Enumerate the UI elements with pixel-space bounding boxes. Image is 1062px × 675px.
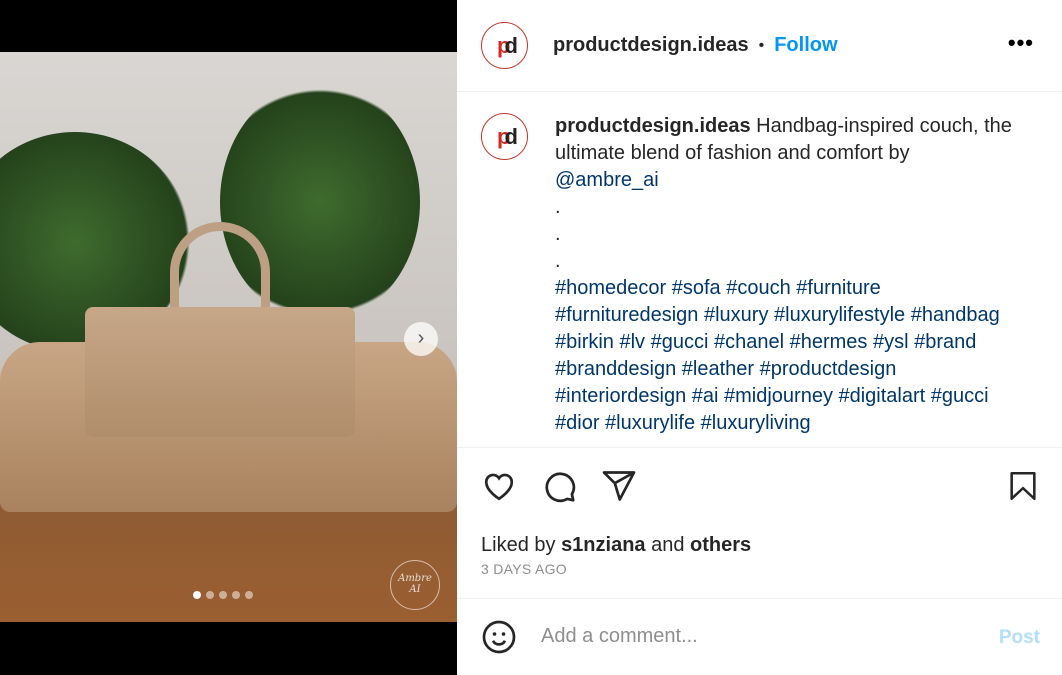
emoji-icon[interactable]: [481, 619, 517, 655]
post-comment-button[interactable]: Post: [999, 627, 1040, 649]
post-panel: pd productdesign.ideas • Follow ••• pd p…: [457, 0, 1062, 675]
more-options-icon[interactable]: •••: [1008, 30, 1034, 56]
caption-dot: .: [555, 196, 561, 218]
post-media: › Ambre AI: [0, 0, 457, 675]
avatar[interactable]: pd: [481, 22, 528, 69]
carousel-dot: [245, 591, 253, 599]
mention-link[interactable]: @ambre_ai: [555, 169, 659, 191]
liked-by-user-link[interactable]: s1nziana: [561, 534, 645, 556]
liked-by-prefix: Liked by: [481, 534, 556, 556]
follow-button[interactable]: Follow: [774, 34, 837, 57]
carousel-dots: [193, 591, 253, 599]
caption-username[interactable]: productdesign.ideas: [555, 115, 751, 137]
avatar-letter: d: [504, 32, 519, 58]
caption-dot: .: [555, 223, 561, 245]
post-header: pd productdesign.ideas • Follow •••: [457, 0, 1062, 92]
carousel-dot: [206, 591, 214, 599]
comment-bar: Post: [457, 598, 1062, 675]
comment-icon[interactable]: [541, 468, 577, 504]
liked-by-and: and: [651, 534, 685, 556]
post-image: [0, 52, 457, 622]
carousel-dot: [232, 591, 240, 599]
hashtags[interactable]: #homedecor #sofa #couch #furniture #furn…: [555, 277, 1000, 434]
caption-avatar[interactable]: pd: [481, 113, 528, 160]
caption-dot: .: [555, 250, 561, 272]
caption: pd productdesign.ideas Handbag-inspired …: [481, 113, 1042, 443]
like-heart-icon[interactable]: [481, 468, 517, 504]
share-send-icon[interactable]: [601, 468, 637, 504]
post-timestamp[interactable]: 3 DAYS AGO: [481, 561, 567, 577]
watermark: Ambre AI: [390, 560, 440, 610]
carousel-next-button[interactable]: ›: [404, 322, 438, 356]
comment-input[interactable]: [541, 625, 961, 648]
actions-section: Liked by s1nziana and others 3 DAYS AGO: [457, 447, 1062, 597]
bag: [85, 307, 355, 437]
avatar-letter: p: [497, 123, 511, 149]
save-bookmark-icon[interactable]: [1006, 468, 1040, 504]
separator: •: [758, 36, 765, 54]
avatar-letter: d: [504, 123, 519, 149]
caption-text: productdesign.ideas Handbag-inspired cou…: [555, 113, 1025, 443]
avatar-letter: p: [497, 32, 511, 58]
liked-by-others-link[interactable]: others: [690, 534, 751, 556]
username-link[interactable]: productdesign.ideas: [553, 34, 749, 57]
liked-by: Liked by s1nziana and others: [481, 534, 751, 557]
carousel-dot: [193, 591, 201, 599]
carousel-dot: [219, 591, 227, 599]
